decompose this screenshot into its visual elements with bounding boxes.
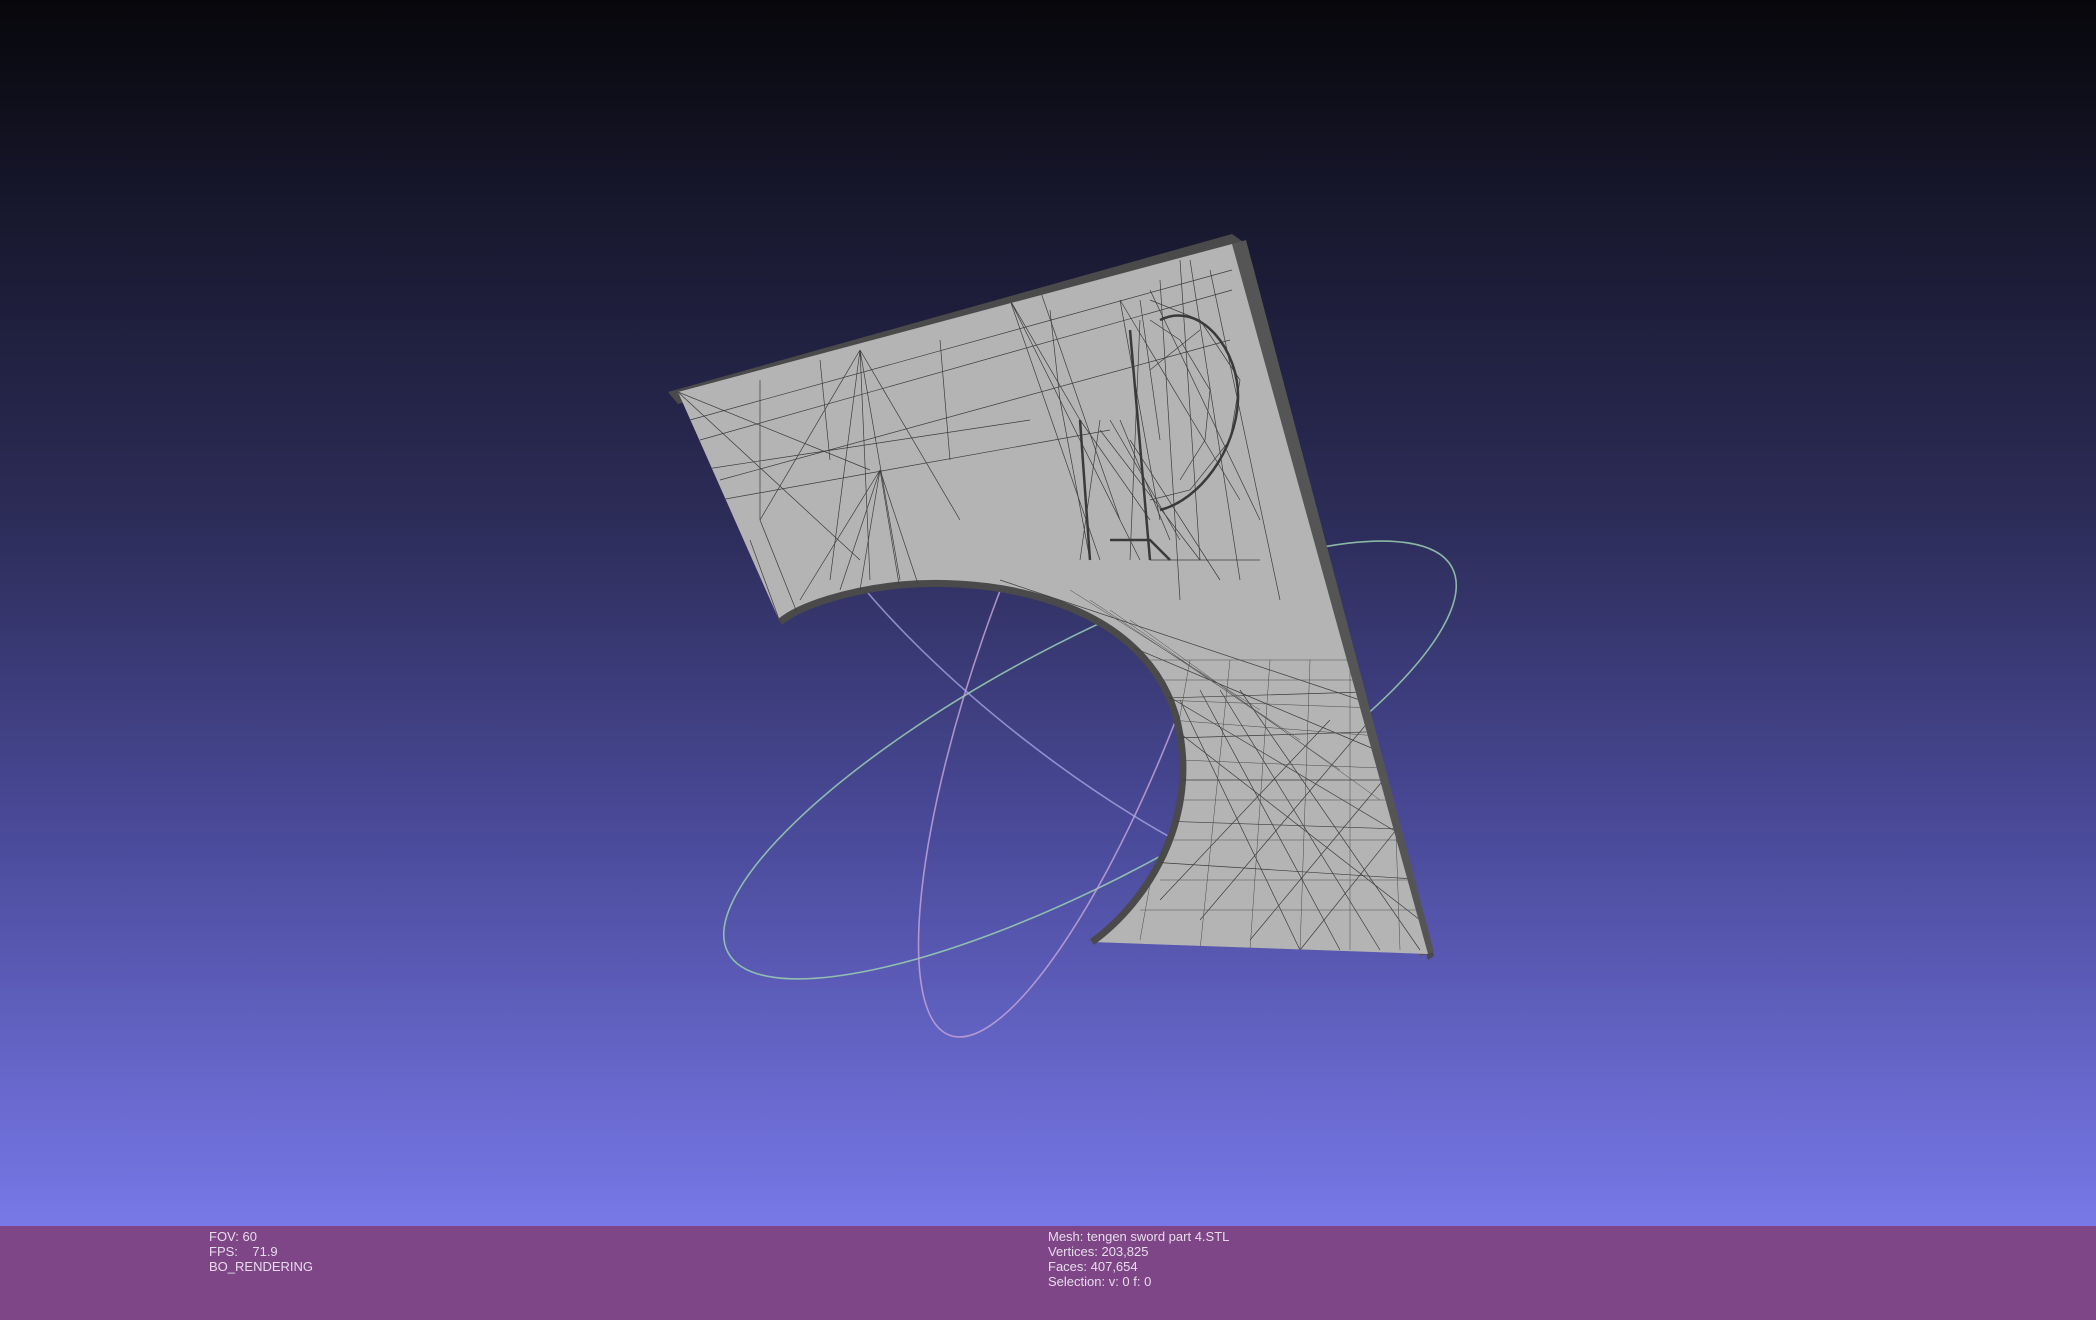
3d-viewport[interactable] — [0, 0, 2096, 1226]
status-bar: FOV: 60 FPS: 71.9 BO_RENDERING Mesh: ten… — [0, 1226, 2096, 1320]
mesh-render-canvas[interactable] — [0, 0, 2096, 1226]
mesh-name: Mesh: tengen sword part 4.STL — [1048, 1229, 1230, 1244]
fov-readout: FOV: 60 — [209, 1229, 257, 1244]
mesh-model[interactable] — [668, 234, 1434, 960]
render-info: FOV: 60 FPS: 71.9 BO_RENDERING — [209, 1229, 313, 1274]
vertex-count: Vertices: 203,825 — [1048, 1244, 1149, 1259]
selection-info: Selection: v: 0 f: 0 — [1048, 1274, 1152, 1289]
mesh-cutout-edge — [777, 579, 1187, 945]
fps-readout: FPS: 71.9 — [209, 1244, 313, 1259]
rendering-mode: BO_RENDERING — [209, 1259, 314, 1274]
mesh-info: Mesh: tengen sword part 4.STL Vertices: … — [1048, 1229, 1229, 1289]
face-count: Faces: 407,654 — [1048, 1259, 1138, 1274]
fps-value: 71.9 — [252, 1244, 278, 1259]
fps-label: FPS: — [209, 1244, 238, 1259]
